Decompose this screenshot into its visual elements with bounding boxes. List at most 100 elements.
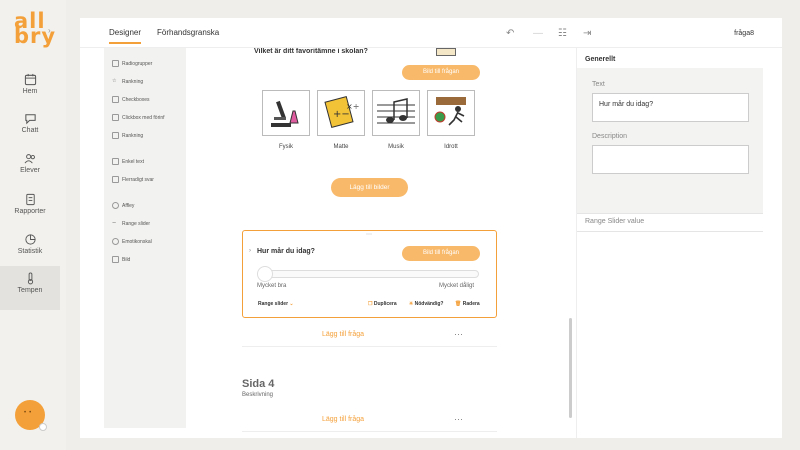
- ranking-icon: [112, 132, 119, 139]
- report-icon: [25, 193, 35, 206]
- image-label: Fysik: [279, 144, 293, 150]
- nav-item-tempen[interactable]: Tempen: [0, 266, 60, 310]
- trash-icon: 🗑: [455, 301, 462, 307]
- divider: [577, 213, 763, 214]
- canvas-scrollbar[interactable]: [569, 318, 572, 418]
- nav-label: Rapporter: [14, 208, 46, 215]
- more-options-icon[interactable]: ···: [454, 329, 463, 339]
- tool-ranking-2[interactable]: Rankning: [112, 132, 143, 139]
- tool-affley[interactable]: Affley: [112, 202, 134, 209]
- divider: [242, 431, 497, 432]
- main-panel: Designer Förhandsgranska ↶ — ☷ ⇥ fråga8 …: [80, 18, 782, 438]
- question-1-image: [436, 48, 456, 56]
- pie-chart-icon: [24, 234, 36, 245]
- image-option-musik[interactable]: [372, 90, 420, 136]
- tool-image[interactable]: Bild: [112, 256, 130, 263]
- tool-clickbox[interactable]: Clickbox med förinf: [112, 114, 165, 121]
- question-2-title[interactable]: Hur mår du idag?: [257, 248, 315, 255]
- more-options-icon[interactable]: ···: [454, 414, 463, 424]
- user-avatar[interactable]: ••: [15, 400, 47, 431]
- form-name: fråga8: [734, 30, 754, 37]
- logo-caret-icon[interactable]: ›: [48, 26, 51, 35]
- star-icon: ☆: [112, 78, 117, 84]
- divider: [577, 231, 763, 232]
- nav-label: Elever: [20, 167, 40, 174]
- nav-item-hem[interactable]: Hem: [0, 73, 60, 117]
- image-label: Musik: [388, 144, 404, 150]
- svg-text:×÷: ×÷: [346, 102, 359, 111]
- required-toggle[interactable]: ✳ Nödvändig?: [409, 301, 443, 307]
- status-dot: [39, 423, 47, 431]
- nav-label: Chatt: [21, 127, 39, 134]
- range-slider-thumb[interactable]: [257, 266, 273, 282]
- properties-general-group: Text Hur mår du idag? Description: [577, 68, 763, 213]
- students-icon: [24, 154, 35, 164]
- question-toolbox: Radiogrupper ☆ Rankning Checkboxes Clickb…: [104, 48, 186, 428]
- text-field[interactable]: Hur mår du idag?: [592, 93, 749, 122]
- collapse-icon[interactable]: ›: [249, 248, 251, 254]
- tool-emoticon-scale[interactable]: Emotikonskal: [112, 238, 152, 245]
- microscope-icon: [271, 100, 299, 127]
- music-note-icon: [377, 98, 415, 124]
- image-label: Idrott: [444, 144, 458, 150]
- range-slider-track[interactable]: [259, 270, 479, 278]
- redo-icon[interactable]: —: [533, 28, 543, 39]
- collapse-panel-icon[interactable]: ⇥: [583, 28, 591, 39]
- add-question-button-2[interactable]: Lägg till fråga: [322, 416, 364, 423]
- duplicate-button[interactable]: ❐ Duplicera: [368, 301, 397, 307]
- chat-icon: [24, 114, 36, 125]
- image-option-idrott[interactable]: [427, 90, 475, 136]
- undo-icon[interactable]: ↶: [506, 28, 514, 39]
- nav-label: Statistik: [17, 248, 43, 255]
- form-canvas: Vilket är ditt favoritämne i skolan? Bil…: [186, 48, 576, 438]
- radio-icon: [112, 60, 119, 67]
- tool-radiogroup[interactable]: Radiogrupper: [112, 60, 152, 67]
- tab-designer[interactable]: Designer: [109, 28, 142, 44]
- slider-max-label: Mycket dåligt: [439, 283, 475, 289]
- image-option-fysik[interactable]: [262, 90, 310, 136]
- q1-add-image-button[interactable]: Bild till frågan: [402, 65, 480, 80]
- copy-icon: ❐: [368, 301, 373, 307]
- delete-button[interactable]: 🗑 Radera: [455, 301, 480, 307]
- question-type-dropdown[interactable]: Range slider ⌄: [258, 301, 294, 307]
- math-icon: +−×÷: [324, 95, 359, 129]
- description-field-label: Description: [592, 133, 628, 140]
- image-label: Matte: [333, 144, 349, 150]
- properties-section-header[interactable]: Generellt: [585, 56, 615, 63]
- calendar-icon: [24, 73, 36, 86]
- tool-single-text[interactable]: Enkel text: [112, 158, 144, 165]
- page-4-title[interactable]: Sida 4: [242, 378, 274, 390]
- slider-min-label: Mycket bra: [257, 283, 287, 289]
- tool-checkboxes[interactable]: Checkboxes: [112, 96, 150, 103]
- nav-item-chatt[interactable]: Chatt: [0, 112, 60, 156]
- chevron-down-icon: ⌄: [289, 301, 294, 307]
- add-question-button[interactable]: Lägg till fråga: [322, 331, 364, 338]
- question-1-title[interactable]: Vilket är ditt favoritämne i skolan?: [254, 48, 368, 55]
- q2-add-image-button[interactable]: Bild till frågan: [402, 246, 480, 261]
- asterisk-icon: ✳: [409, 301, 414, 307]
- avatar-face-icon: ••: [24, 410, 35, 416]
- description-field[interactable]: [592, 145, 749, 174]
- sports-icon: [434, 97, 466, 126]
- image-option-matte[interactable]: +− ×÷: [317, 90, 365, 136]
- smiley-icon: [112, 202, 119, 209]
- image-icon: [112, 256, 119, 263]
- range-slider-value-section[interactable]: Range Slider value: [585, 218, 644, 225]
- nav-item-elever[interactable]: Elever: [0, 152, 60, 196]
- nav-label: Tempen: [17, 287, 43, 294]
- nav-item-rapporter[interactable]: Rapporter: [0, 193, 60, 237]
- tool-multiline[interactable]: Flerradigt svar: [112, 176, 154, 183]
- nav-label: Hem: [22, 88, 38, 95]
- text-field-label: Text: [592, 81, 605, 88]
- checkbox-icon: [112, 96, 119, 103]
- add-images-button[interactable]: Lägg till bilder: [331, 178, 408, 197]
- settings-sliders-icon[interactable]: ☷: [558, 28, 567, 39]
- tool-ranking[interactable]: ☆ Rankning: [112, 78, 143, 85]
- left-nav: all bry › Hem Chatt Elever Rapporter Stat…: [0, 0, 66, 450]
- tab-preview[interactable]: Förhandsgranska: [157, 28, 219, 37]
- tool-range-slider[interactable]: ∼ Range slider: [112, 220, 150, 227]
- question-card-selected[interactable]: ⋯ › Hur mår du idag? Bild till frågan My…: [242, 230, 497, 318]
- page-4-description[interactable]: Beskrivning: [242, 392, 273, 398]
- drag-handle-icon[interactable]: ⋯: [366, 231, 372, 238]
- slider-icon: ∼: [112, 220, 117, 226]
